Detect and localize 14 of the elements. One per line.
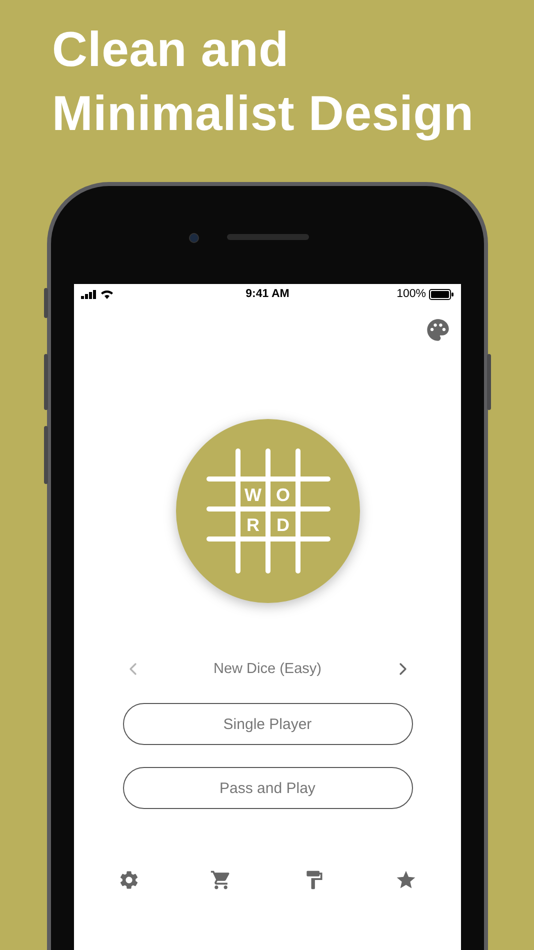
battery-percent: 100% [396, 288, 426, 300]
status-time: 9:41 AM [246, 288, 290, 300]
battery-icon [429, 288, 454, 300]
mode-button[interactable]: Single Player [122, 703, 412, 745]
palette-icon[interactable] [425, 317, 451, 343]
logo: W O R D [176, 419, 360, 603]
headline: Clean and Minimalist Design [52, 22, 475, 143]
camera [189, 233, 199, 243]
mode-label: New Dice (Easy) [214, 661, 322, 677]
gear-icon[interactable] [118, 869, 140, 891]
wifi-icon [100, 289, 114, 299]
mode-button[interactable]: Pass and Play [122, 767, 412, 809]
star-icon[interactable] [395, 869, 418, 891]
signal-icon [81, 290, 96, 298]
